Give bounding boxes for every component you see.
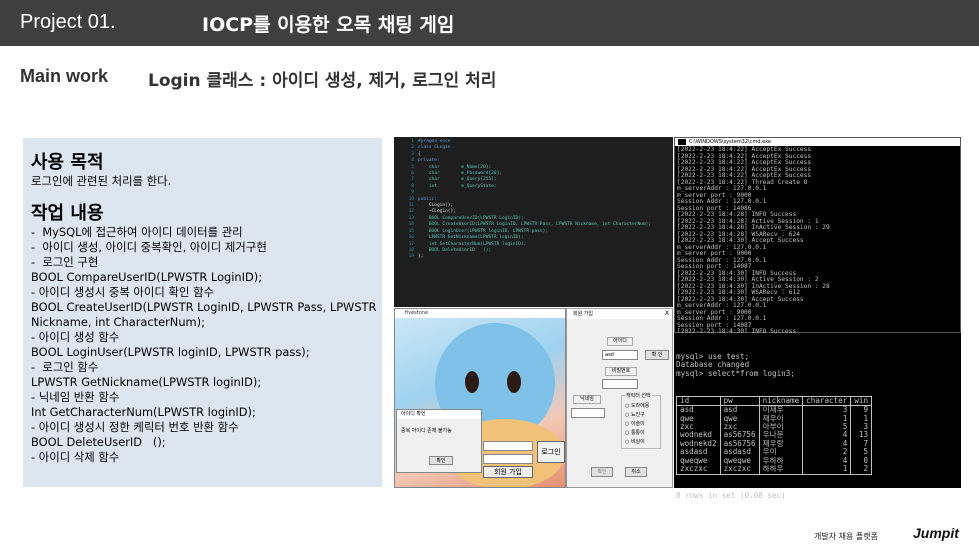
mysql-commands: mysql> use test; Database changed mysql> s… (676, 352, 959, 378)
work-list: - MySQL에 접근하여 아이디 데이터를 관리 - 아이디 생성, 아이디 중… (31, 225, 377, 465)
deck-title: IOCP를 이용한 오목 채팅 게임 (202, 14, 455, 36)
project-label: Project 01. (20, 11, 116, 33)
main-work-label: Main work (20, 66, 109, 86)
mysql-cell: 5 (850, 447, 873, 457)
pw-label: 비밀번호 (605, 367, 637, 376)
character-radio[interactable]: ○ 퉁퉁이 (625, 429, 645, 436)
main-work-desc: Login 클래스 : 아이디 생성, 제거, 로그인 처리 (148, 71, 497, 91)
character-eye (507, 371, 521, 393)
work-line: - 닉네임 반환 함수 (31, 390, 120, 404)
signup-window: 회원 가입 X 아이디 asd 확 인 비밀번호 닉네임 캐릭터 선택 ○ 도라… (566, 308, 673, 488)
character-radio-label: 뇨진구 (630, 412, 645, 418)
nickname-input[interactable] (571, 408, 605, 418)
work-line: BOOL LoginUser(LPWSTR loginID, LPWSTR pa… (31, 345, 310, 359)
cmd-titlebar: C:\WINDOWS\system32\cmd.exe (675, 138, 960, 146)
character-radio-label: 이슬이 (630, 421, 645, 427)
work-line: BOOL CompareUserID(LPWSTR LoginID); (31, 270, 263, 284)
mysql-row: zxczxc zxczxc 하하우 1 2 (676, 464, 873, 475)
character-radio-label: 도라에몽 (630, 403, 650, 409)
game-titlebar: fivestone (395, 309, 565, 318)
mysql-cell: 7 (850, 439, 873, 449)
mysql-result: 8 rows in set (0.08 sec) (676, 491, 786, 501)
work-title: 작업 내용 (31, 203, 104, 224)
jumpit-logo: Jumpit (913, 525, 959, 541)
dialog-message: 중복 아이디 존재 불가능 (401, 428, 452, 434)
code-line: 19}; (408, 254, 424, 260)
character-radio[interactable]: ○ 이슬이 (625, 420, 645, 427)
close-icon[interactable]: X (665, 310, 669, 317)
mysql-command-line: mysql> select*from login3; (676, 368, 795, 378)
mysql-console: mysql> use test; Database changed mysql> s… (674, 333, 961, 500)
purpose-text: 로그인에 관련된 처리를 한다. (31, 174, 172, 188)
character-group-label: 캐릭터 선택 (625, 392, 652, 399)
work-line: - 아이디 삭제 함수 (31, 450, 120, 464)
signup-button[interactable]: 회원 가입 (483, 466, 533, 478)
work-line: BOOL CreateUserID(LPWSTR LoginID, LPWSTR… (31, 300, 377, 314)
code-editor: 1 #pragma once 2 class CLogin 3{4 private: 5 c… (394, 137, 673, 307)
mysql-cell: 9 (850, 406, 873, 415)
work-line: - 아이디 생성시 정한 케릭터 번호 반환 함수 (31, 420, 239, 434)
work-line: - 아이디 생성, 아이디 중복확인, 아이디 제거구현 (31, 240, 267, 254)
signup-title: 회원 가입 (567, 309, 672, 319)
mysql-column-header: win (850, 395, 873, 407)
mysql-cell: 13 (850, 431, 873, 440)
info-panel: 사용 목적 로그인에 관련된 처리를 한다. 작업 내용 - MySQL에 접근… (23, 138, 382, 487)
character-radio-label: 퉁퉁이 (630, 430, 645, 436)
character-radio-label: 비실이 (630, 439, 645, 445)
id-check-button[interactable]: 확 인 (645, 350, 669, 360)
character-radio[interactable]: ○ 도라에몽 (625, 402, 649, 409)
dialog-ok-button[interactable]: 확인 (429, 456, 453, 465)
nickname-label: 닉네임 (573, 395, 601, 404)
work-line: Int GetCharacterNum(LPWSTR loginID); (31, 405, 256, 419)
mysql-cell: zxczxc (676, 464, 721, 475)
dialog-title: 아이디 확인 (397, 410, 481, 419)
mysql-cell: 1 (802, 464, 852, 475)
login-button[interactable]: 로그인 (537, 441, 565, 463)
character-eye (465, 371, 479, 393)
work-line: - 아이디 생성시 중복 아이디 확인 함수 (31, 285, 215, 299)
game-window: fivestone 아이디 확인 중복 아이디 존재 불가능 확인 로그인 회원… (394, 308, 566, 488)
footer-text: 개발자 채용 플랫폼 (814, 532, 878, 541)
character-radio[interactable]: ○ 비실이 (625, 438, 645, 445)
work-line: - 로그인 구현 (31, 255, 99, 269)
purpose-title: 사용 목적 (31, 152, 104, 173)
work-line: - MySQL에 접근하여 아이디 데이터를 관리 (31, 225, 243, 239)
login-pw-input[interactable] (483, 454, 533, 464)
login-id-input[interactable] (483, 441, 533, 451)
mysql-cell: 1 (850, 414, 873, 424)
character-radio[interactable]: ○ 뇨진구 (625, 411, 645, 418)
mysql-cell: zxczxc (719, 464, 760, 475)
work-line: BOOL DeleteUserID (); (31, 435, 166, 449)
cmd-icon (678, 139, 686, 145)
cmd-window: C:\WINDOWS\system32\cmd.exe [2022-2-23 1… (674, 137, 961, 393)
title-bar: Project 01. IOCP를 이용한 오목 채팅 게임 (0, 0, 979, 46)
id-check-dialog: 아이디 확인 중복 아이디 존재 불가능 확인 (396, 409, 482, 473)
mysql-cell: 0 (850, 456, 873, 466)
signup-cancel-button[interactable]: 취소 (625, 467, 647, 477)
work-line: LPWSTR GetNickname(LPWSTR loginID); (31, 375, 262, 389)
work-line: Nickname, int CharacterNum); (31, 315, 205, 329)
pw-input[interactable] (602, 379, 638, 389)
work-line: - 아이디 생성 함수 (31, 330, 120, 344)
mysql-table: id pw nickname character win asd asd 이재우 3 9 qwe q… (676, 395, 873, 475)
cmd-title: C:\WINDOWS\system32\cmd.exe (689, 139, 771, 145)
work-line: - 로그인 함수 (31, 360, 99, 374)
signup-ok-button[interactable]: 확인 (591, 467, 613, 477)
character-group: 캐릭터 선택 ○ 도라에몽 ○ 뇨진구 ○ 이슬이 ○ 퉁퉁이 ○ 비실이 (621, 392, 661, 449)
mysql-cell: 하하우 (758, 464, 804, 475)
mysql-cell: 2 (850, 464, 873, 475)
id-label: 아이디 (607, 337, 633, 346)
id-input[interactable]: asd (602, 350, 638, 360)
